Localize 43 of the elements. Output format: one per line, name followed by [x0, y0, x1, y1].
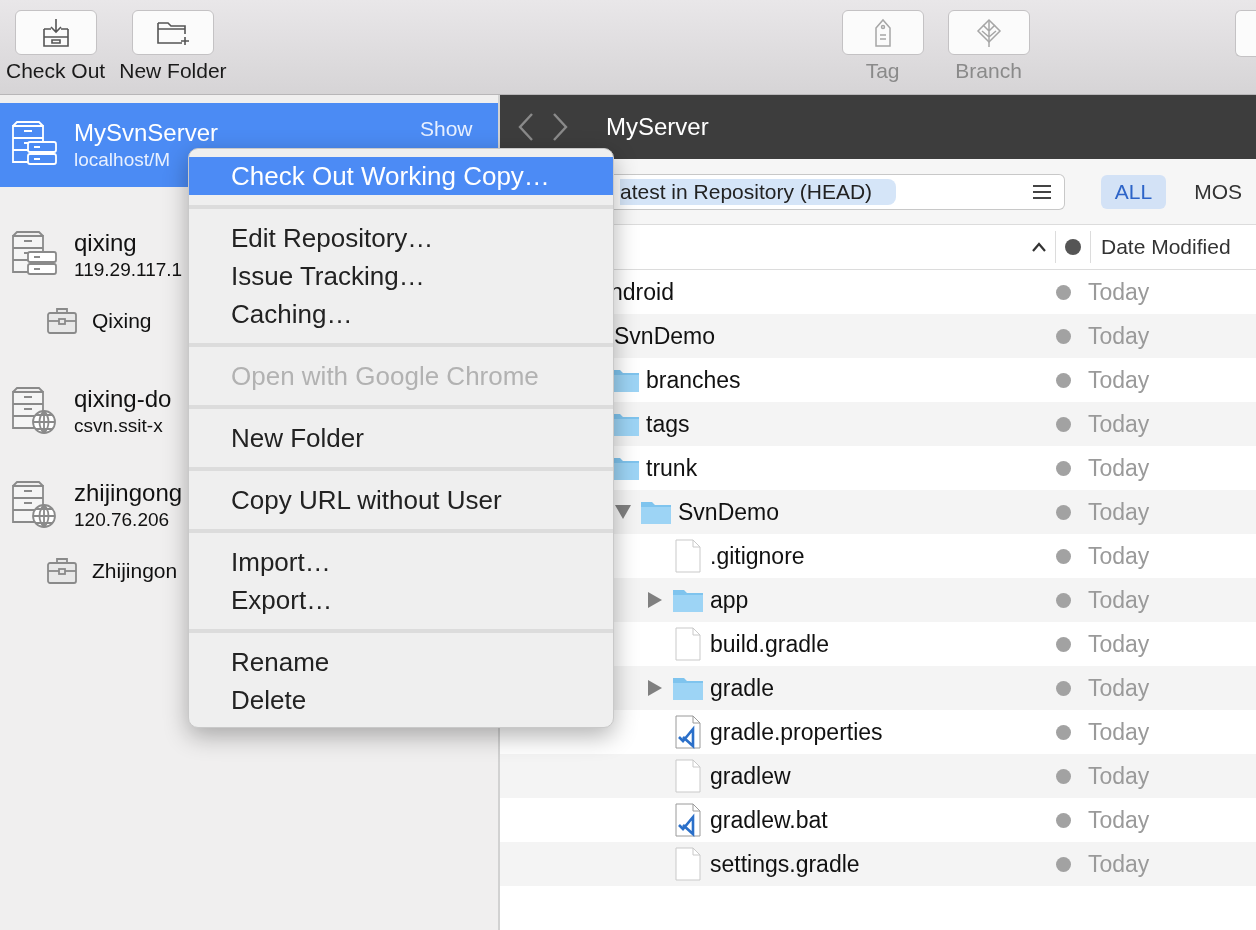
server-name: zhijingong: [74, 479, 183, 507]
server-name: MySvnServer: [74, 119, 219, 147]
file-name: SvnDemo: [614, 322, 715, 350]
server-address: localhost/M: [74, 149, 172, 171]
date-modified: Today: [1088, 762, 1150, 790]
revision-text: atest in Repository (HEAD): [620, 178, 897, 205]
server-name: qixing-do: [74, 385, 172, 413]
date-modified: Today: [1088, 454, 1150, 482]
date-modified: Today: [1088, 630, 1150, 658]
date-modified: Today: [1088, 410, 1150, 438]
date-modified: Today: [1088, 322, 1150, 350]
file-name: gradle: [710, 674, 774, 702]
file-name: gradlew: [710, 762, 791, 790]
file-name: .gitignore: [710, 542, 805, 570]
server-address: 120.76.206: [74, 509, 171, 531]
date-modified: Today: [1088, 674, 1150, 702]
server-name: qixing: [74, 229, 138, 257]
toolbar-label: New Folder: [119, 59, 227, 83]
date-modified: Today: [1088, 718, 1150, 746]
toolbar-label: Tag: [865, 59, 900, 83]
location-title: MyServer: [606, 113, 709, 141]
toolbar-label: Branch: [955, 59, 1022, 83]
file-name: app: [710, 586, 749, 614]
file-name: trunk: [646, 454, 698, 482]
file-name: branches: [646, 366, 741, 394]
file-name: build.gradle: [710, 630, 829, 658]
repository-name: Zhijingon: [92, 559, 178, 583]
file-name: gradle.properties: [710, 718, 883, 746]
date-modified: Today: [1088, 366, 1150, 394]
file-name: tags: [646, 410, 690, 438]
file-name: settings.gradle: [710, 850, 860, 878]
toolbar-label: Check Out: [6, 59, 106, 83]
repository-name: Qixing: [92, 309, 152, 333]
file-name: SvnDemo: [678, 498, 779, 526]
date-modified: Today: [1088, 542, 1150, 570]
date-modified: Today: [1088, 586, 1150, 614]
date-modified: Today: [1088, 498, 1150, 526]
date-modified: Today: [1088, 850, 1150, 878]
date-modified: Today: [1088, 278, 1150, 306]
file-name: gradlew.bat: [710, 806, 828, 834]
server-address: csvn.ssit-x: [74, 415, 164, 437]
server-address: 119.29.117.1: [74, 259, 183, 281]
date-modified: Today: [1088, 806, 1150, 834]
